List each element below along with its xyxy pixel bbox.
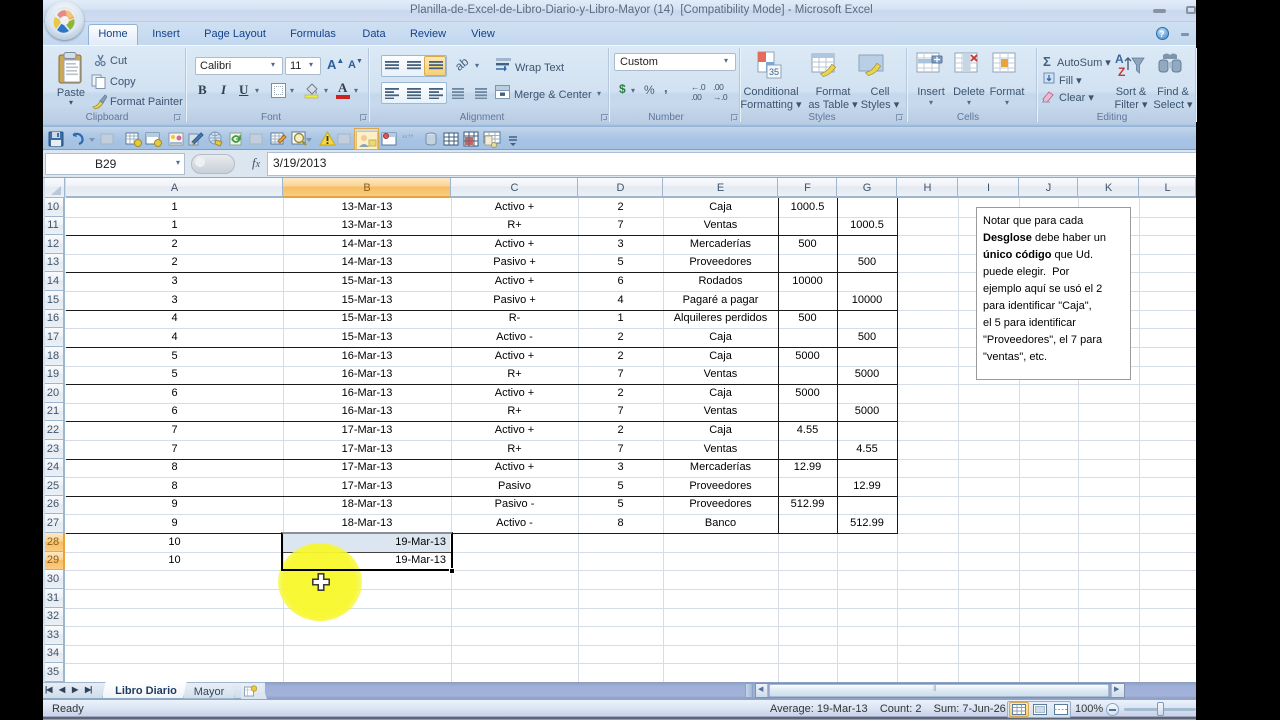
svg-text:Z: Z	[1118, 65, 1125, 79]
svg-text:35: 35	[769, 67, 779, 77]
svg-text:A: A	[1115, 52, 1124, 66]
svg-text:“”: “”	[402, 131, 414, 146]
